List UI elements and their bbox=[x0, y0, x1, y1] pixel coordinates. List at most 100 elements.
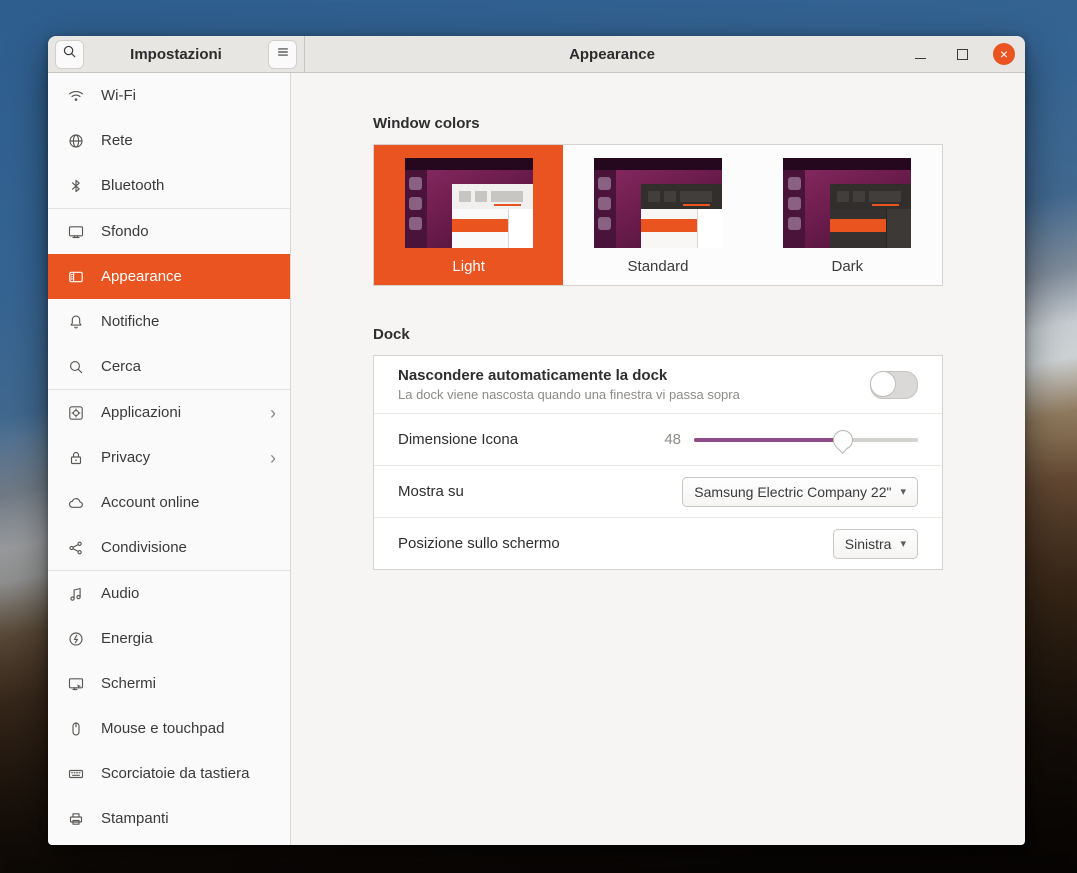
share-icon bbox=[68, 540, 84, 556]
theme-option-light[interactable]: Light bbox=[374, 145, 564, 285]
icon-size-value: 48 bbox=[664, 431, 681, 448]
sidebar-item-label: Audio bbox=[101, 585, 140, 602]
sidebar-item-audio[interactable]: Audio bbox=[48, 571, 290, 616]
maximize-button[interactable] bbox=[951, 43, 973, 65]
sidebar-title: Impostazioni bbox=[130, 45, 222, 63]
close-icon: × bbox=[999, 46, 1009, 62]
sidebar-item-mouse[interactable]: Mouse e touchpad bbox=[48, 706, 290, 751]
mouse-icon bbox=[68, 721, 84, 737]
sidebar-item-label: Applicazioni bbox=[101, 404, 182, 421]
position-value: Sinistra bbox=[844, 535, 892, 552]
dock-panel: Nascondere automaticamente la dock La do… bbox=[373, 355, 943, 570]
search-button[interactable] bbox=[55, 39, 84, 69]
slider-fill bbox=[694, 437, 843, 442]
position-dropdown[interactable]: Sinistra ▾ bbox=[832, 528, 918, 559]
sidebar-item-stampanti[interactable]: Stampanti bbox=[48, 796, 290, 841]
network-icon bbox=[68, 133, 84, 149]
sidebar-item-privacy[interactable]: Privacy › bbox=[48, 435, 290, 480]
sidebar-item-appearance[interactable]: Appearance bbox=[48, 254, 290, 299]
theme-option-label: Light bbox=[452, 258, 485, 275]
printer-icon bbox=[68, 811, 84, 827]
sidebar-item-label: Mouse e touchpad bbox=[101, 720, 225, 737]
slider-handle[interactable] bbox=[832, 429, 853, 450]
sidebar-item-label: Scorciatoie da tastiera bbox=[101, 765, 250, 782]
main-panel: Window colors Light Standard Dark Dock N… bbox=[291, 73, 1025, 845]
keyboard-icon bbox=[68, 766, 84, 782]
sidebar-item-schermi[interactable]: Schermi bbox=[48, 661, 290, 706]
main-header: Appearance × bbox=[305, 36, 1025, 72]
minimize-icon bbox=[914, 58, 926, 59]
show-on-value: Samsung Electric Company 22" bbox=[694, 483, 892, 500]
sidebar-item-scorciatoie[interactable]: Scorciatoie da tastiera bbox=[48, 751, 290, 796]
sidebar-item-cerca[interactable]: Cerca bbox=[48, 344, 290, 389]
icon-size-label: Dimensione Icona bbox=[398, 431, 519, 448]
theme-option-label: Standard bbox=[627, 258, 689, 275]
autohide-toggle[interactable] bbox=[870, 370, 918, 399]
sidebar-item-wifi[interactable]: Wi-Fi bbox=[48, 73, 290, 118]
theme-option-label: Dark bbox=[831, 258, 864, 275]
bluetooth-icon bbox=[68, 178, 84, 194]
sidebar-item-applicazioni[interactable]: Applicazioni › bbox=[48, 390, 290, 435]
autohide-label: Nascondere automaticamente la dock bbox=[398, 367, 668, 384]
theme-option-dark[interactable]: Dark bbox=[753, 145, 942, 285]
maximize-icon bbox=[956, 48, 968, 60]
position-row: Posizione sullo schermo Sinistra ▾ bbox=[374, 517, 942, 569]
sidebar-item-label: Sfondo bbox=[101, 223, 149, 240]
sidebar-item-rete[interactable]: Rete bbox=[48, 118, 290, 163]
sidebar-item-notifiche[interactable]: Notifiche bbox=[48, 299, 290, 344]
sidebar-item-label: Wi-Fi bbox=[101, 87, 136, 104]
power-icon bbox=[68, 631, 84, 647]
settings-window: Impostazioni Appearance × Wi-Fi Rete Blu… bbox=[48, 36, 1025, 845]
toggle-knob bbox=[870, 370, 896, 397]
sidebar-item-label: Bluetooth bbox=[101, 177, 165, 194]
show-on-dropdown[interactable]: Samsung Electric Company 22" ▾ bbox=[682, 476, 918, 507]
sidebar-item-label: Stampanti bbox=[101, 810, 169, 827]
menu-button[interactable] bbox=[268, 39, 297, 69]
icon-size-slider[interactable] bbox=[694, 429, 918, 450]
window-controls: × bbox=[909, 43, 1015, 65]
appearance-icon bbox=[68, 269, 84, 285]
show-on-row: Mostra su Samsung Electric Company 22" ▾ bbox=[374, 465, 942, 517]
window-colors-group: Light Standard Dark bbox=[373, 144, 943, 286]
sidebar-item-energia[interactable]: Energia bbox=[48, 616, 290, 661]
sidebar-item-label: Account online bbox=[101, 494, 200, 511]
displays-icon bbox=[68, 676, 84, 692]
headerbar: Impostazioni Appearance × bbox=[48, 36, 1025, 73]
sidebar-header: Impostazioni bbox=[48, 36, 305, 72]
autohide-subtitle: La dock viene nascosta quando una finest… bbox=[398, 387, 740, 402]
theme-option-standard[interactable]: Standard bbox=[563, 145, 752, 285]
applications-icon bbox=[68, 405, 84, 421]
sidebar: Wi-Fi Rete Bluetooth Sfondo Appearance N… bbox=[48, 73, 291, 845]
chevron-right-icon: › bbox=[270, 402, 276, 423]
sidebar-item-label: Notifiche bbox=[101, 313, 160, 330]
theme-preview-light bbox=[404, 158, 533, 248]
sidebar-item-label: Cerca bbox=[101, 358, 142, 375]
dropdown-arrow-icon: ▾ bbox=[900, 538, 906, 550]
dock-title: Dock bbox=[373, 326, 410, 343]
autohide-row: Nascondere automaticamente la dock La do… bbox=[374, 356, 942, 413]
background-icon bbox=[68, 224, 84, 240]
sidebar-item-label: Privacy bbox=[101, 449, 151, 466]
lock-icon bbox=[68, 450, 84, 466]
sidebar-item-account-online[interactable]: Account online bbox=[48, 480, 290, 525]
sidebar-item-sfondo[interactable]: Sfondo bbox=[48, 209, 290, 254]
audio-icon bbox=[68, 586, 84, 602]
minimize-button[interactable] bbox=[909, 43, 931, 65]
wifi-icon bbox=[68, 88, 84, 104]
close-button[interactable]: × bbox=[993, 43, 1015, 65]
search-icon bbox=[62, 44, 77, 64]
sidebar-item-condivisione[interactable]: Condivisione bbox=[48, 525, 290, 570]
cloud-icon bbox=[68, 495, 84, 511]
window-colors-title: Window colors bbox=[373, 115, 480, 132]
position-label: Posizione sullo schermo bbox=[398, 535, 560, 552]
theme-preview-dark bbox=[783, 158, 912, 248]
page-title: Appearance bbox=[569, 45, 655, 63]
dropdown-arrow-icon: ▾ bbox=[900, 486, 906, 498]
sidebar-item-label: Schermi bbox=[101, 675, 157, 692]
sidebar-item-label: Energia bbox=[101, 630, 153, 647]
bell-icon bbox=[68, 314, 84, 330]
sidebar-item-label: Condivisione bbox=[101, 539, 187, 556]
hamburger-menu-icon bbox=[276, 45, 290, 64]
show-on-label: Mostra su bbox=[398, 483, 464, 500]
sidebar-item-bluetooth[interactable]: Bluetooth bbox=[48, 163, 290, 208]
